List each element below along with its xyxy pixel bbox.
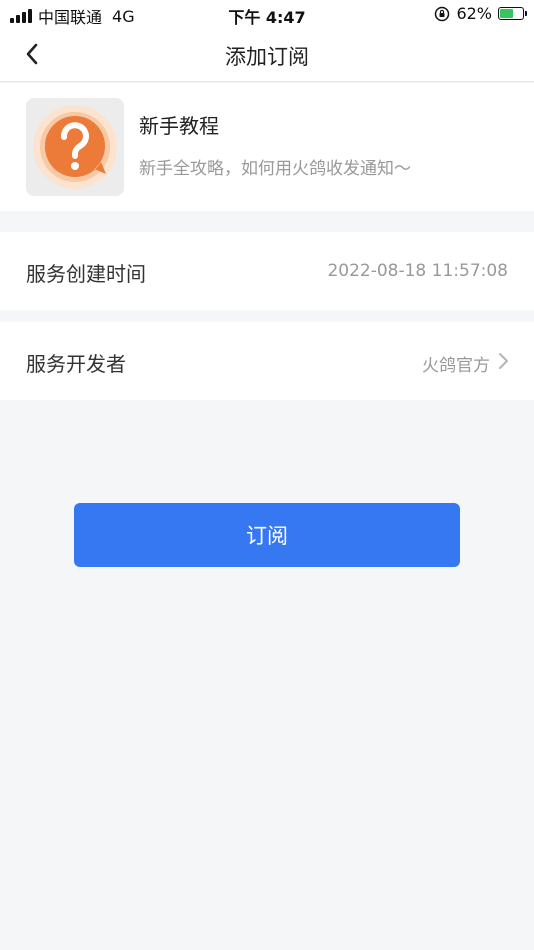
battery-fill [500,9,513,18]
page-title: 添加订阅 [225,45,309,69]
developer-label: 服务开发者 [26,352,126,376]
question-bubble-icon [33,105,117,189]
chevron-right-icon [499,353,508,369]
status-bar: 中国联通 4G 下午 4:47 62% [0,0,534,28]
service-description: 新手全攻略，如何用火鸽收发通知～ [139,159,411,179]
orientation-lock-icon [435,6,450,21]
created-time-row: 服务创建时间 2022-08-18 11:57:08 [0,232,534,310]
service-icon-box [26,98,124,196]
created-time-label: 服务创建时间 [26,262,146,286]
developer-value: 火鸽官方 [422,356,490,376]
service-card: 新手教程 新手全攻略，如何用火鸽收发通知～ [0,83,534,211]
subscribe-button[interactable]: 订阅 [74,503,460,567]
created-time-value: 2022-08-18 11:57:08 [327,261,508,281]
battery-icon [498,7,527,20]
battery-percent: 62% [456,4,492,23]
service-name: 新手教程 [139,114,219,138]
nav-bar: 添加订阅 [0,28,534,82]
developer-row[interactable]: 服务开发者 火鸽官方 [0,322,534,400]
status-right: 62% [434,4,527,23]
